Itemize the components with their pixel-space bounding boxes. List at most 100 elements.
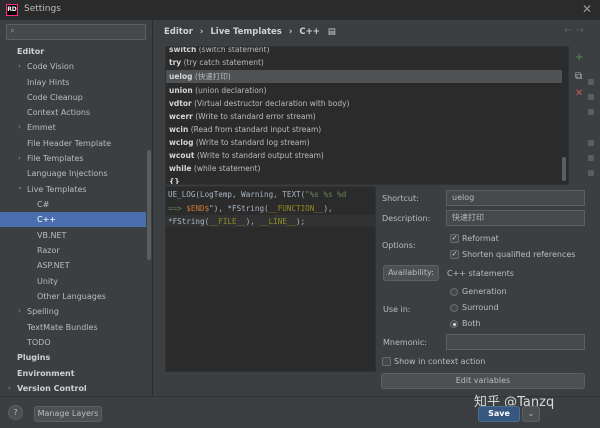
project-scope-icon (588, 94, 594, 100)
tree-item-editor[interactable]: Editor (17, 44, 44, 59)
remove-icon[interactable]: ✕ (575, 88, 583, 99)
tree-item-plugins[interactable]: Plugins (17, 350, 50, 365)
description-label: Description: (382, 214, 431, 223)
save-dropdown-chevron-icon[interactable]: ⌄ (522, 406, 540, 422)
chevron-right-icon[interactable]: › (18, 307, 21, 315)
chevron-down-icon[interactable]: ⌄ (17, 183, 23, 191)
sidebar-scrollbar[interactable] (147, 150, 151, 260)
list-scrollbar[interactable] (562, 157, 566, 181)
tree-item-context-actions[interactable]: Context Actions (27, 105, 90, 120)
project-scope-icon (588, 109, 594, 115)
list-item[interactable]: switch (switch statement) (166, 47, 562, 56)
use-in-label: Use in: (383, 305, 411, 314)
search-input[interactable]: ⌕ (6, 24, 146, 40)
project-scope-icon: ▤ (327, 27, 336, 37)
breadcrumb-separator: › (288, 27, 293, 37)
list-item[interactable]: wclog (Write to standard log stream) (166, 136, 562, 149)
manage-layers-button[interactable]: Manage Layers (34, 406, 102, 422)
save-button[interactable]: Save (478, 406, 520, 422)
navigation-arrows[interactable]: ← → (564, 25, 584, 36)
window-title: Settings (24, 4, 61, 14)
app-icon: RD (6, 4, 18, 16)
tree-item-code-cleanup[interactable]: Code Cleanup (27, 90, 83, 105)
breadcrumb-live-templates[interactable]: Live Templates (210, 27, 282, 37)
breadcrumb: Editor › Live Templates › C++ ▤ (164, 27, 336, 37)
tree-item-unity[interactable]: Unity (37, 274, 58, 289)
copy-icon[interactable]: ⧉ (575, 71, 582, 82)
tree-item-language-injections[interactable]: Language Injections (27, 166, 108, 181)
shorten-references-checkbox[interactable]: ✓ (450, 250, 459, 259)
tree-item-code-vision[interactable]: Code Vision (27, 59, 74, 74)
description-field[interactable]: 快速打印 (446, 210, 585, 226)
surround-label: Surround (462, 303, 499, 312)
settings-sidebar (0, 20, 153, 396)
code-line: ==> $END$"), *FString(__FUNCTION__), (168, 204, 333, 213)
template-text-editor[interactable]: UE_LOG(LogTemp, Warning, TEXT("%s %s %d … (165, 186, 376, 372)
tree-item-file-header-template[interactable]: File Header Template (27, 136, 111, 151)
code-line: *FString(__FILE__), __LINE__); (168, 217, 306, 226)
tree-item-todo[interactable]: TODO (27, 335, 51, 350)
tree-item-vbnet[interactable]: VB.NET (37, 228, 66, 243)
tree-item-emmet[interactable]: Emmet (27, 120, 56, 135)
tree-item-razor[interactable]: Razor (37, 243, 60, 258)
code-line: UE_LOG(LogTemp, Warning, TEXT("%s %s %d (168, 190, 347, 199)
add-icon[interactable]: + (575, 52, 583, 63)
tree-item-cpp[interactable]: C++ (0, 212, 146, 227)
tree-item-other-languages[interactable]: Other Languages (37, 289, 106, 304)
list-item[interactable]: try (try catch statement) (166, 56, 562, 69)
show-in-context-checkbox[interactable] (382, 357, 391, 366)
list-item[interactable]: wcin (Read from standard input stream) (166, 123, 562, 136)
tree-item-csharp[interactable]: C# (37, 197, 49, 212)
availability-button[interactable]: Availability: (383, 265, 439, 281)
availability-value: C++ statements (447, 269, 514, 278)
close-icon[interactable]: ✕ (582, 2, 592, 16)
breadcrumb-separator: › (199, 27, 204, 37)
options-label: Options: (382, 241, 416, 250)
help-button[interactable]: ? (8, 405, 23, 420)
chevron-right-icon[interactable]: › (18, 154, 21, 162)
chevron-right-icon[interactable]: › (18, 62, 21, 70)
tree-item-aspnet[interactable]: ASP.NET (37, 258, 70, 273)
mnemonic-field[interactable] (446, 334, 585, 350)
list-item[interactable]: {} (166, 175, 562, 184)
project-scope-icon (588, 140, 594, 146)
list-item[interactable]: vdtor (Virtual destructor declaration wi… (166, 97, 562, 110)
tree-item-inlay-hints[interactable]: Inlay Hints (27, 75, 69, 90)
surround-radio[interactable] (450, 304, 458, 312)
tree-item-environment[interactable]: Environment (17, 366, 75, 381)
edit-variables-button[interactable]: Edit variables (381, 373, 585, 389)
list-item[interactable]: while (while statement) (166, 162, 562, 175)
both-label: Both (462, 319, 481, 328)
reformat-checkbox[interactable]: ✓ (450, 234, 459, 243)
tree-item-spelling[interactable]: Spelling (27, 304, 59, 319)
shortcut-field[interactable]: uelog (446, 190, 585, 206)
shorten-references-label: Shorten qualified references (462, 250, 576, 259)
reformat-label: Reformat (462, 234, 499, 243)
forward-arrow-icon[interactable]: → (576, 25, 584, 36)
template-list[interactable]: switch (switch statement) try (try catch… (165, 46, 569, 185)
generation-label: Generation (462, 287, 507, 296)
list-item[interactable]: wcerr (Write to standard error stream) (166, 110, 562, 123)
generation-radio[interactable] (450, 288, 458, 296)
search-icon: ⌕ (10, 26, 16, 36)
project-scope-icon (588, 79, 594, 85)
mnemonic-label: Mnemonic: (383, 338, 427, 347)
list-item[interactable]: wcout (Write to standard output stream) (166, 149, 562, 162)
project-scope-icon (588, 170, 594, 176)
shortcut-label: Shortcut: (382, 194, 419, 203)
back-arrow-icon[interactable]: ← (564, 25, 572, 36)
tree-item-textmate-bundles[interactable]: TextMate Bundles (27, 320, 98, 335)
list-item[interactable]: uelog (快速打印) (166, 70, 562, 83)
both-radio[interactable] (450, 320, 458, 328)
tree-item-live-templates[interactable]: Live Templates (27, 182, 87, 197)
show-in-context-label: Show in context action (394, 357, 486, 366)
title-bar: RD Settings ✕ (0, 0, 600, 20)
tree-item-file-templates[interactable]: File Templates (27, 151, 84, 166)
breadcrumb-cpp[interactable]: C++ (299, 27, 319, 37)
chevron-right-icon[interactable]: › (8, 384, 11, 392)
breadcrumb-editor[interactable]: Editor (164, 27, 193, 37)
list-item[interactable]: union (union declaration) (166, 84, 562, 97)
project-scope-icon (588, 155, 594, 161)
tree-item-version-control[interactable]: Version Control (17, 381, 87, 396)
chevron-right-icon[interactable]: › (18, 123, 21, 131)
